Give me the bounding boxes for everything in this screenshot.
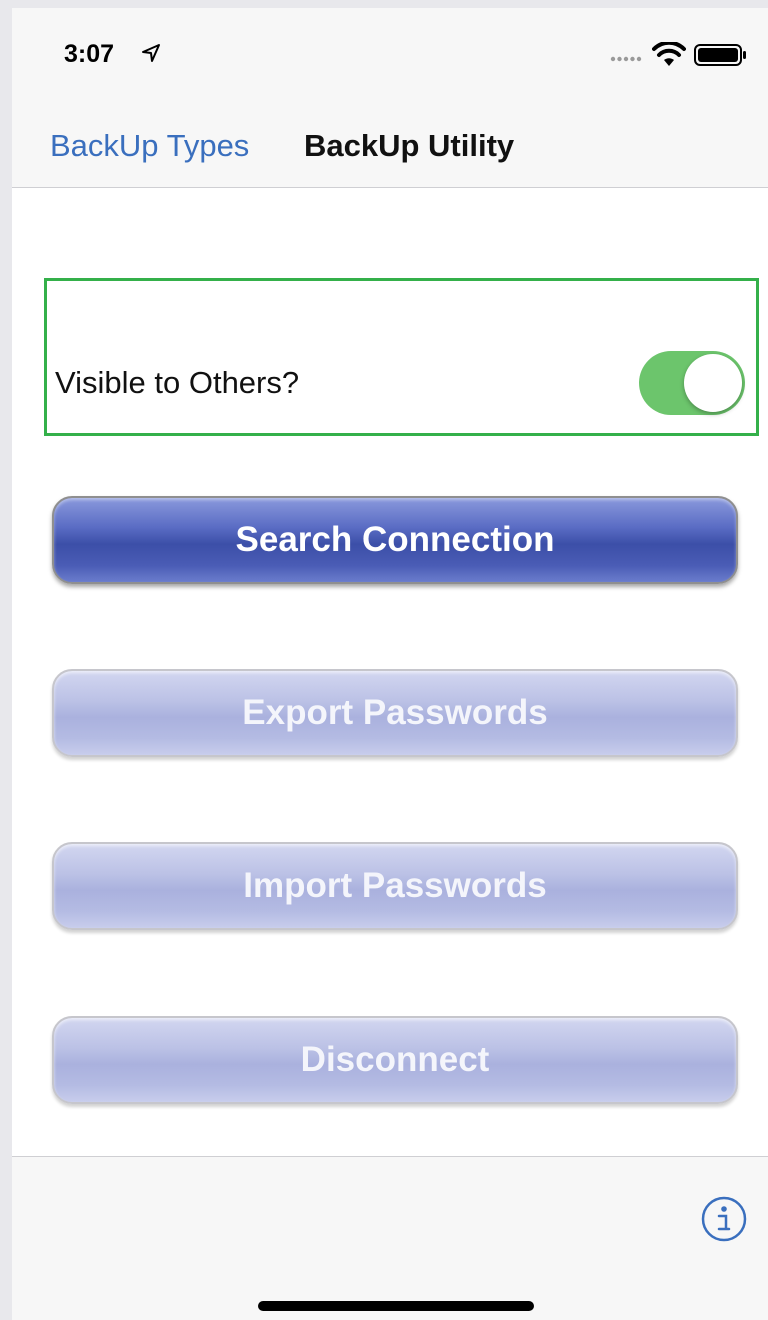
- navigation-bar: BackUp Types BackUp Utility: [12, 88, 768, 188]
- disconnect-button[interactable]: Disconnect: [52, 1016, 738, 1104]
- wifi-icon: [652, 42, 686, 66]
- import-passwords-button[interactable]: Import Passwords: [52, 842, 738, 930]
- device-screen: 3:07 BackUp Types BackUp Utility Visible…: [12, 8, 768, 1320]
- switch-knob: [684, 354, 742, 412]
- signal-dots-icon: [610, 56, 642, 62]
- status-time: 3:07: [64, 40, 115, 68]
- page-title: BackUp Utility: [304, 128, 515, 163]
- export-passwords-button[interactable]: Export Passwords: [52, 669, 738, 757]
- visible-to-others-switch[interactable]: [639, 351, 745, 415]
- bottom-toolbar: [12, 1156, 768, 1320]
- search-connection-button[interactable]: Search Connection: [52, 496, 738, 584]
- battery-icon: [694, 44, 746, 66]
- location-arrow-icon: [142, 44, 160, 62]
- home-indicator: [258, 1301, 534, 1311]
- nav-back-button[interactable]: BackUp Types: [50, 128, 249, 164]
- visible-to-others-row: Visible to Others?: [44, 278, 759, 436]
- visible-to-others-label: Visible to Others?: [55, 365, 300, 400]
- status-bar: 3:07: [12, 8, 768, 88]
- info-icon[interactable]: [700, 1195, 748, 1243]
